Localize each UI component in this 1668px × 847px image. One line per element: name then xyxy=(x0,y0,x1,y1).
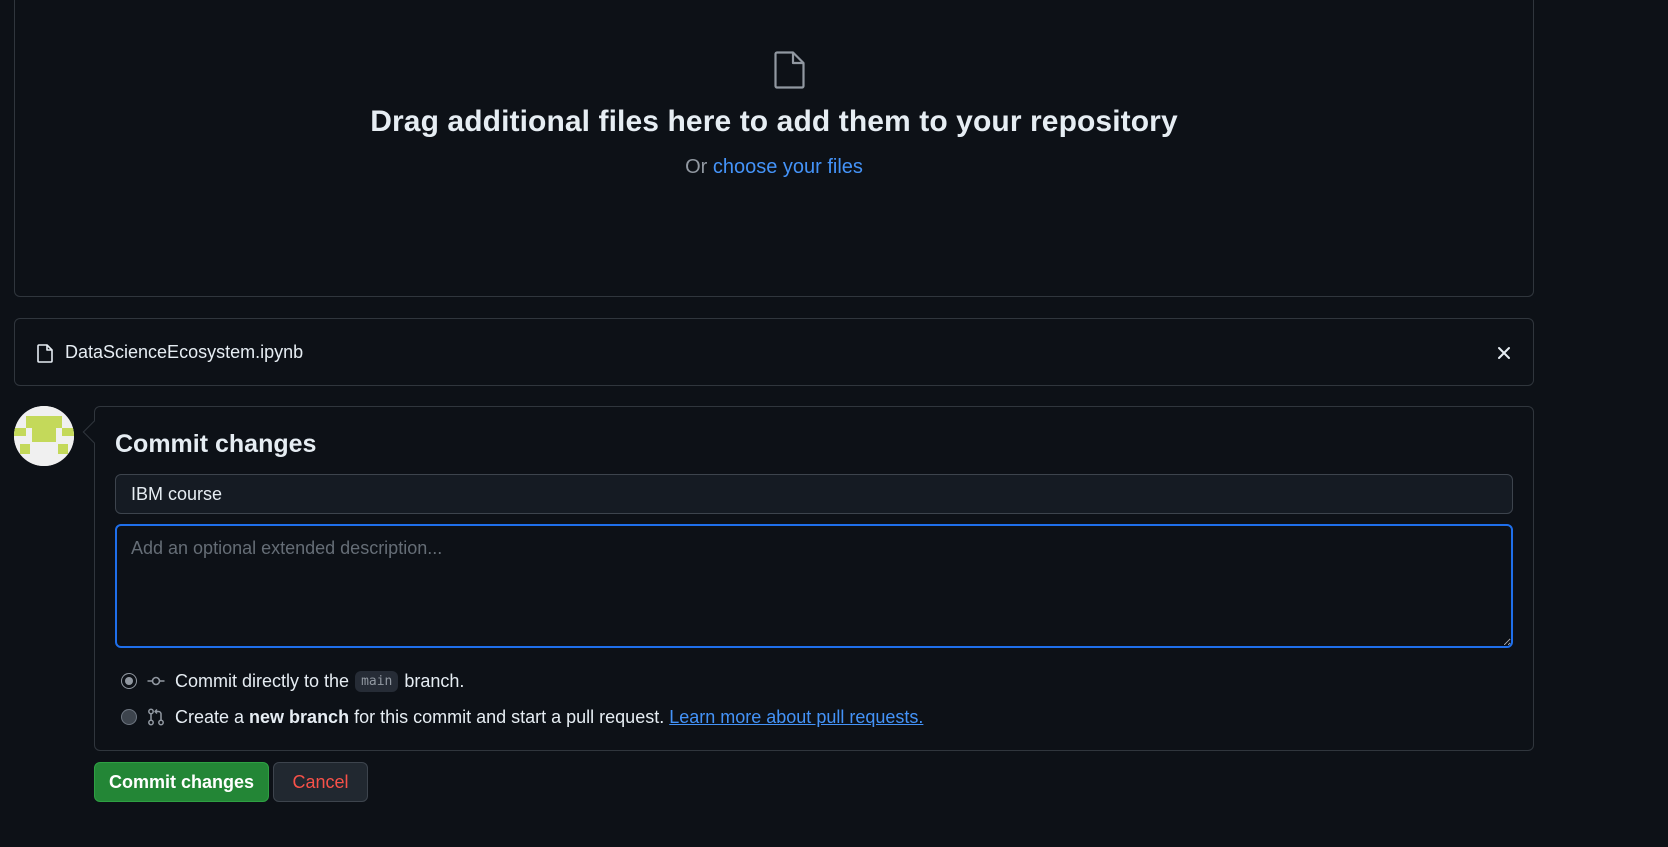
uploaded-file-name: DataScienceEcosystem.ipynb xyxy=(65,342,304,362)
commit-directly-option[interactable]: Commit directly to the main branch. xyxy=(121,669,464,693)
file-icon xyxy=(774,51,805,89)
file-icon xyxy=(37,344,53,363)
commit-summary-input[interactable] xyxy=(115,474,1513,514)
choose-files-link[interactable]: choose your files xyxy=(713,156,863,178)
commit-description-textarea[interactable] xyxy=(115,524,1513,648)
commit-directly-radio[interactable] xyxy=(121,673,137,689)
new-branch-bold: new branch xyxy=(249,706,350,727)
commit-directly-text: Commit directly to the xyxy=(175,670,350,691)
commit-changes-button[interactable]: Commit changes xyxy=(94,762,269,802)
avatar[interactable] xyxy=(14,406,74,466)
git-pull-request-icon xyxy=(148,708,164,726)
new-branch-text-prefix: Create a xyxy=(175,706,245,727)
x-icon[interactable] xyxy=(1493,342,1515,364)
uploaded-file-row: DataScienceEcosystem.ipynb xyxy=(14,318,1534,386)
branch-name-code: main xyxy=(355,670,399,692)
commit-form: Commit changes Commit directly to the ma… xyxy=(82,406,1534,751)
dropzone-subtitle: Or choose your files xyxy=(15,156,1533,179)
git-commit-icon xyxy=(147,676,165,686)
speech-caret xyxy=(82,420,106,444)
cancel-button[interactable]: Cancel xyxy=(273,762,368,802)
or-text: Or xyxy=(685,156,708,178)
file-dropzone[interactable]: Drag additional files here to add them t… xyxy=(14,0,1534,297)
commit-directly-suffix: branch. xyxy=(404,670,465,691)
new-branch-radio[interactable] xyxy=(121,709,137,725)
new-branch-option[interactable]: Create a new branch for this commit and … xyxy=(121,705,923,729)
dropzone-title: Drag additional files here to add them t… xyxy=(370,105,1178,138)
learn-more-pull-requests-link[interactable]: Learn more about pull requests. xyxy=(669,707,923,728)
new-branch-text-suffix: for this commit and start a pull request… xyxy=(354,706,665,727)
commit-title: Commit changes xyxy=(115,430,317,458)
identicon-image xyxy=(14,406,74,466)
